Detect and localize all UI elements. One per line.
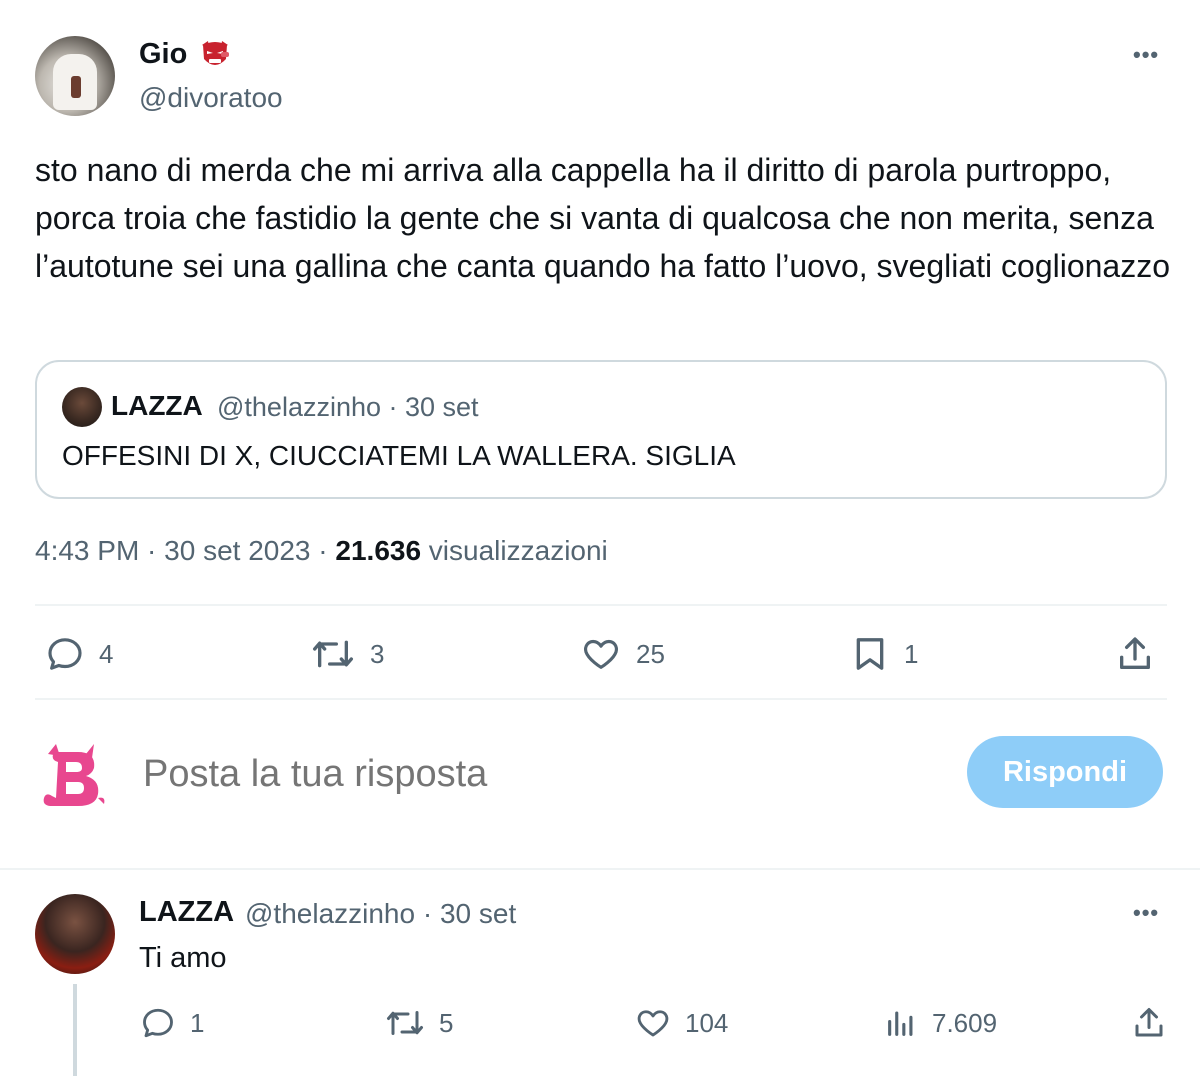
thread-line xyxy=(73,984,77,1076)
more-icon[interactable]: ••• xyxy=(1133,900,1159,926)
reply-submit-button[interactable]: Rispondi xyxy=(967,736,1163,808)
retweet-icon xyxy=(312,640,353,668)
section-separator xyxy=(0,868,1200,870)
retweet-count: 3 xyxy=(370,638,385,669)
divider xyxy=(35,604,1167,606)
share-button[interactable] xyxy=(1115,634,1155,674)
like-icon xyxy=(584,639,618,669)
views-icon xyxy=(888,1011,913,1036)
reply-author-name[interactable]: LAZZA xyxy=(139,896,234,929)
author-handle[interactable]: @divoratoo xyxy=(139,82,283,114)
tweet-detail: Gio @divoratoo ••• sto nano di merda che… xyxy=(0,0,1200,868)
like-count: 104 xyxy=(685,1007,729,1038)
retweet-count: 5 xyxy=(439,1007,454,1038)
quoted-handle-date: @thelazzinho · 30 set xyxy=(217,392,479,422)
reply-views-button[interactable]: 7.609 xyxy=(884,1005,997,1041)
tweet-text: sto nano di merda che mi arriva alla cap… xyxy=(35,152,1171,284)
reply-icon xyxy=(143,1008,173,1038)
bookmark-icon xyxy=(856,638,884,670)
tweet-meta: 4:43 PM · 30 set 2023 · 21.636 visualizz… xyxy=(35,535,608,567)
reply-button[interactable]: 4 xyxy=(45,634,113,674)
like-count: 25 xyxy=(636,638,665,669)
reply-share-button[interactable] xyxy=(1131,1005,1167,1041)
timestamp[interactable]: 4:43 PM · 30 set 2023 · xyxy=(35,535,335,566)
reply-icon xyxy=(48,638,82,670)
reply-reply-button[interactable]: 1 xyxy=(140,1005,204,1041)
reply-count: 1 xyxy=(190,1007,205,1038)
author-name[interactable]: Gio xyxy=(139,38,187,71)
reply-handle-date[interactable]: @thelazzinho · 30 set xyxy=(245,898,516,930)
views-count: 7.609 xyxy=(932,1007,998,1038)
reply-text: Ti amo xyxy=(139,942,227,974)
share-icon xyxy=(1135,1008,1163,1037)
retweet-button[interactable]: 3 xyxy=(310,634,384,674)
reply-like-button[interactable]: 104 xyxy=(635,1005,728,1041)
views-count: 21.636 xyxy=(335,535,422,566)
avatar[interactable] xyxy=(35,36,115,116)
b-logo-icon xyxy=(43,744,105,806)
bookmark-button[interactable]: 1 xyxy=(850,634,918,674)
quoted-text: OFFESINI DI X, CIUCCIATEMI LA WALLERA. S… xyxy=(62,440,736,471)
bookmark-count: 1 xyxy=(904,638,919,669)
divider xyxy=(35,698,1167,700)
views-label: visualizzazioni xyxy=(421,535,608,566)
reply-avatar[interactable] xyxy=(35,894,115,974)
quoted-avatar xyxy=(62,387,102,427)
quoted-tweet[interactable]: LAZZA @thelazzinho · 30 set OFFESINI DI … xyxy=(35,360,1167,499)
reply-count: 4 xyxy=(99,638,114,669)
share-icon xyxy=(1120,637,1150,669)
quoted-author-name: LAZZA xyxy=(111,390,203,421)
retweet-icon xyxy=(387,1011,423,1035)
reply-input[interactable] xyxy=(143,748,903,800)
reply-retweet-button[interactable]: 5 xyxy=(385,1005,453,1041)
like-icon xyxy=(637,1010,669,1037)
more-icon[interactable]: ••• xyxy=(1133,42,1159,68)
red-mask-emoji xyxy=(202,41,229,65)
like-button[interactable]: 25 xyxy=(580,634,665,674)
